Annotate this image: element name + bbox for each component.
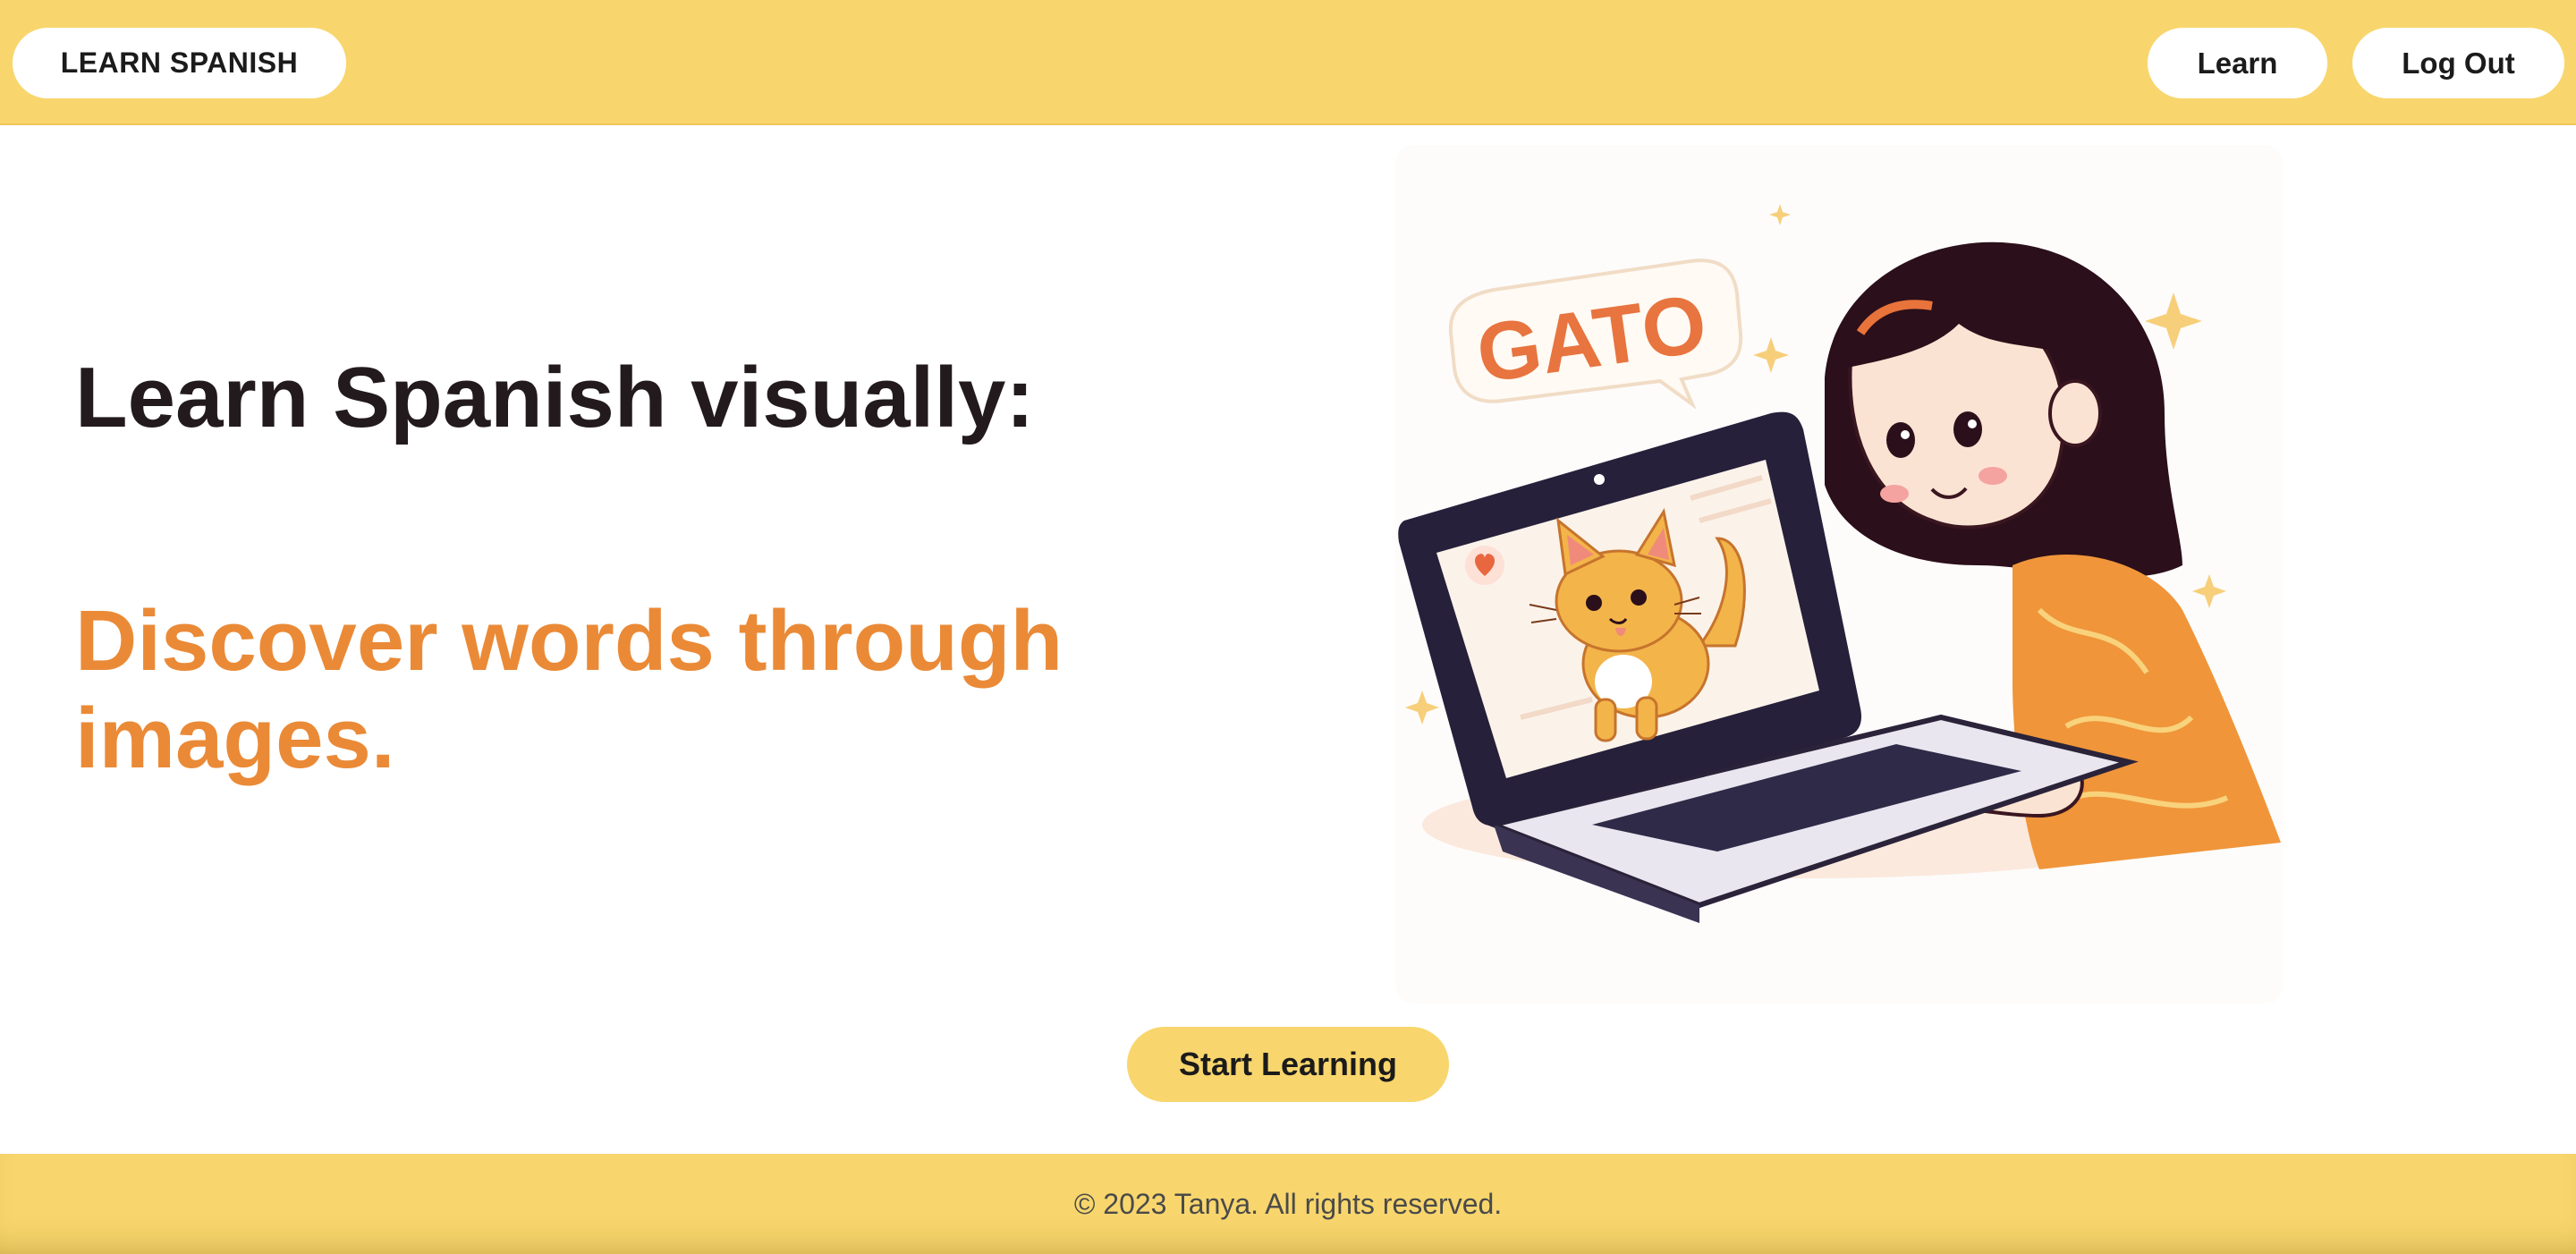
hero-headline: Learn Spanish visually:	[75, 350, 1035, 445]
top-nav-bar: LEARN SPANISH Learn Log Out	[0, 0, 2576, 125]
nav-learn-button[interactable]: Learn	[2148, 28, 2327, 98]
footer: © 2023 Tanya. All rights reserved.	[0, 1154, 2576, 1254]
footer-copyright: © 2023 Tanya. All rights reserved.	[1073, 1187, 1503, 1220]
hero-subline: Discover words through images.	[75, 593, 1063, 787]
nav-logout-button[interactable]: Log Out	[2352, 28, 2564, 98]
hero-illustration: GATO	[1395, 145, 2283, 1004]
heart-icon	[1465, 546, 1504, 585]
brand-home-button[interactable]: LEARN SPANISH	[13, 28, 346, 98]
start-learning-button[interactable]: Start Learning	[1127, 1027, 1449, 1102]
girl-laptop-illustration: GATO	[1395, 145, 2283, 1004]
hero-section: Learn Spanish visually: Discover words t…	[0, 125, 2576, 1154]
